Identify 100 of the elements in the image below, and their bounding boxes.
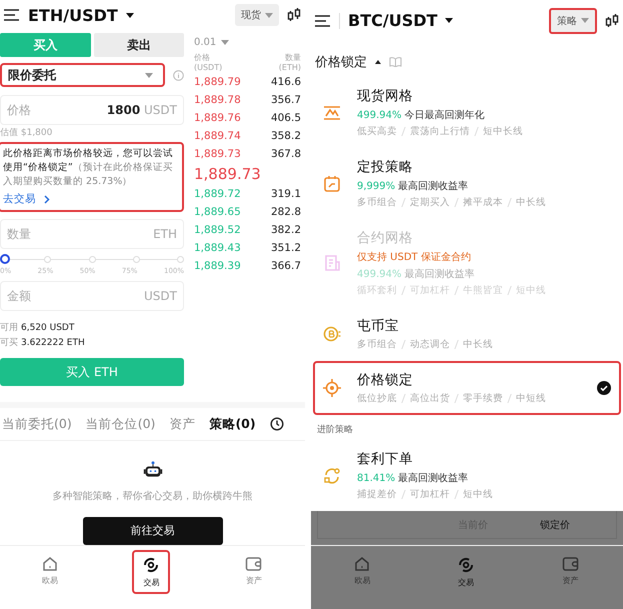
bid-price: 1,889.39 xyxy=(194,260,241,272)
bid-price: 1,889.65 xyxy=(194,206,241,218)
last-price: 1,889.73 xyxy=(194,164,262,185)
strategy-title: 套利下单 xyxy=(357,450,414,468)
bid-amount: 319.1 xyxy=(270,188,301,200)
column-header: 数量 (ETH) xyxy=(278,53,301,73)
strategy-tag: 短中长线 xyxy=(483,125,523,138)
strategy-option[interactable]: 现货网格 499.94% 今日最高回测年化 低买高卖 震荡向上行情 短中长线 xyxy=(313,77,621,148)
menu-icon[interactable] xyxy=(315,14,331,26)
mode-dropdown[interactable]: 策略 xyxy=(549,8,597,34)
balance-text: 可买 3.622222 ETH xyxy=(0,337,86,349)
strategy-tag: 中长线 xyxy=(463,338,493,351)
calendar-icon xyxy=(323,174,341,192)
price-label: 锁定价 xyxy=(540,518,570,532)
arbitrage-icon xyxy=(323,466,341,484)
order-tab[interactable]: 资产 xyxy=(169,416,196,432)
strategy-title: 价格锁定 xyxy=(357,371,414,389)
price-field[interactable]: 价格 1800 USDT xyxy=(0,95,184,125)
strategy-option[interactable]: 定投策略 9,999% 最高回测收益率 多币组合 定期买入 摊平成本 中长线 xyxy=(313,148,621,219)
go-trade-link[interactable]: 去交易 xyxy=(3,192,179,206)
strategy-tag: 捕捉差价 xyxy=(357,488,397,501)
strategy-tag: 震荡向上行情 xyxy=(410,125,470,138)
order-tab[interactable]: 策略(0) xyxy=(209,416,256,432)
target-icon xyxy=(323,379,341,397)
trade-icon xyxy=(142,556,160,574)
ask-amount: 416.6 xyxy=(270,76,301,88)
strategy-title: 合约网格 xyxy=(357,229,414,247)
order-type-select[interactable]: 限价委托 xyxy=(0,63,165,87)
caret-icon xyxy=(581,18,589,23)
nav-tab[interactable]: 资产 xyxy=(234,550,273,592)
ask-amount: 367.8 xyxy=(270,148,301,160)
warning-text: 仅支持 USDT 保证金合约 xyxy=(357,250,472,264)
caret-icon xyxy=(265,12,273,18)
bid-price: 1,889.72 xyxy=(194,188,241,200)
home-icon xyxy=(354,556,370,572)
history-icon[interactable] xyxy=(270,417,284,431)
candlestick-icon[interactable] xyxy=(287,8,301,22)
wallet-icon xyxy=(244,556,263,572)
return-rate: 9,999% 最高回测收益率 xyxy=(357,180,470,193)
coin-icon xyxy=(323,325,341,343)
info-icon[interactable] xyxy=(173,70,184,80)
section-title[interactable]: 价格锁定 xyxy=(315,53,367,71)
caret-icon xyxy=(445,18,454,23)
slider-stop[interactable] xyxy=(177,256,184,263)
pair-title[interactable]: ETH/USDT xyxy=(28,6,118,24)
check-icon xyxy=(597,381,611,395)
home-icon xyxy=(42,556,58,572)
strategy-title: 现货网格 xyxy=(357,87,414,105)
column-header: 价格 (USDT) xyxy=(194,53,222,73)
nav-tab[interactable]: 交易 xyxy=(446,550,485,594)
strategy-tag: 摊平成本 xyxy=(463,196,503,209)
strategy-option[interactable]: 价格锁定 低位抄底 高位出货 零手续费 中短线 xyxy=(313,361,621,415)
bid-amount: 382.2 xyxy=(270,224,301,236)
return-rate: 81.41% 最高回测收益率 xyxy=(357,472,470,485)
return-rate: 499.94% 今日最高回测年化 xyxy=(357,108,486,122)
ask-amount: 358.2 xyxy=(270,130,301,142)
strategy-tag: 多币组合 xyxy=(357,338,397,351)
ask-price: 1,889.78 xyxy=(194,94,241,106)
pair-title[interactable]: BTC/USDT xyxy=(348,11,438,30)
caret-icon xyxy=(126,12,134,18)
strategy-tag: 中短线 xyxy=(516,392,546,405)
strategy-title: 屯币宝 xyxy=(357,317,400,335)
nav-tab[interactable]: 欧易 xyxy=(32,550,68,592)
robot-icon xyxy=(142,461,164,480)
caret-icon xyxy=(375,60,381,64)
document-icon xyxy=(323,254,341,272)
strategy-option[interactable]: 套利下单 81.41% 最高回测收益率 捕捉差价 可加杠杆 短中线 xyxy=(313,440,621,511)
strategy-tag: 定期买入 xyxy=(410,196,450,209)
strategy-option[interactable]: 屯币宝 多币组合 动态调仓 中长线 xyxy=(313,307,621,361)
balance-text: 可用 6,520 USDT xyxy=(0,322,76,334)
bid-amount: 282.8 xyxy=(270,206,301,218)
strategy-tag: 可加杠杆 xyxy=(410,488,450,501)
side-tab[interactable]: 卖出 xyxy=(94,33,184,57)
bid-price: 1,889.52 xyxy=(194,224,241,236)
book-icon[interactable] xyxy=(389,57,402,67)
ask-price: 1,889.76 xyxy=(194,112,241,124)
ask-amount: 406.5 xyxy=(270,112,301,124)
slider-thumb[interactable] xyxy=(0,254,10,264)
slider-stop[interactable] xyxy=(44,256,52,263)
notice-text: 此价格距离市场价格较远，您可以尝试使用“价格锁定”（预计在此价格保证买入期望购买数量的 25.73%） xyxy=(3,147,174,189)
strategy-tag: 多币组合 xyxy=(357,196,397,209)
caret-icon xyxy=(145,72,153,78)
strategy-title: 定投策略 xyxy=(357,158,414,176)
order-tab[interactable]: 当前委托(0) xyxy=(2,416,72,432)
ask-amount: 356.7 xyxy=(270,94,301,106)
chevron-icon xyxy=(44,194,50,204)
wallet-icon xyxy=(562,556,580,572)
strategy-tag: 高位出货 xyxy=(410,392,450,405)
slider-stop[interactable] xyxy=(88,256,96,263)
bid-price: 1,889.43 xyxy=(194,242,241,254)
go-trade-button[interactable]: 前往交易 xyxy=(82,517,222,545)
ask-price: 1,889.79 xyxy=(194,76,241,88)
trade-icon xyxy=(456,556,475,574)
menu-icon[interactable] xyxy=(4,9,20,21)
order-tab[interactable]: 当前仓位(0) xyxy=(86,416,156,432)
candlestick-icon[interactable] xyxy=(605,14,619,28)
slider-stop[interactable] xyxy=(132,256,140,263)
nav-tab[interactable]: 交易 xyxy=(132,550,170,594)
ask-price: 1,889.74 xyxy=(194,130,241,142)
market-dropdown[interactable]: 现货 xyxy=(235,4,279,26)
